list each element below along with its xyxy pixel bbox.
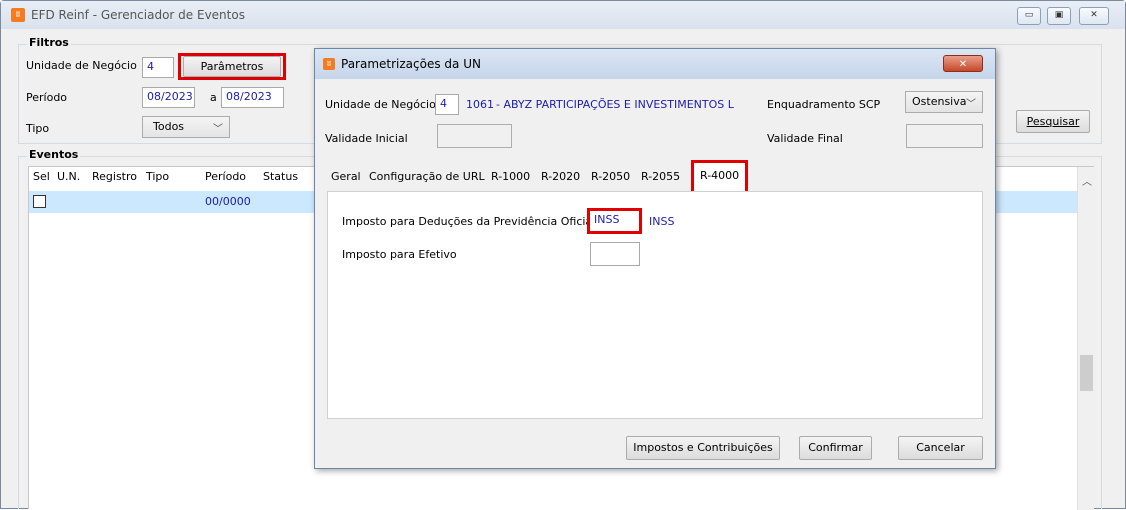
- tab-geral[interactable]: Geral: [327, 166, 365, 188]
- dialog-title-bar: ʬ Parametrizações da UN ✕: [315, 49, 995, 79]
- minimize-button[interactable]: ▭: [1017, 7, 1041, 25]
- validade-final-input[interactable]: [906, 124, 983, 148]
- tab-r2055[interactable]: R-2055: [637, 166, 684, 188]
- validade-final-label: Validade Final: [767, 132, 843, 145]
- enquadramento-select[interactable]: Ostensiva ﹀: [905, 91, 983, 113]
- row-select-checkbox[interactable]: [33, 195, 46, 208]
- cancelar-button[interactable]: Cancelar: [898, 436, 983, 460]
- imposto-efetivo-input[interactable]: [590, 242, 640, 266]
- periodo-label: Período: [26, 91, 68, 104]
- chevron-down-icon: ﹀: [966, 99, 976, 110]
- validade-inicial-label: Validade Inicial: [325, 132, 408, 145]
- validade-inicial-input[interactable]: [437, 124, 512, 148]
- grid-scrollbar[interactable]: ︿: [1077, 167, 1094, 510]
- enquadramento-value: Ostensiva: [912, 95, 967, 108]
- row-periodo: 00/0000: [205, 195, 251, 208]
- col-registro[interactable]: Registro: [92, 167, 137, 187]
- app-logo-icon: ʬ: [11, 8, 25, 22]
- chevron-down-icon: ﹀: [213, 124, 223, 135]
- restore-button[interactable]: ▣: [1047, 7, 1071, 25]
- dlg-unidade-code: 1061: [466, 98, 494, 111]
- dialog-close-button[interactable]: ✕: [943, 55, 983, 72]
- imposto-deducoes-input[interactable]: INSS: [590, 211, 639, 231]
- periodo-to-input[interactable]: 08/2023: [221, 87, 284, 108]
- parametros-button[interactable]: Parâmetros: [183, 56, 281, 77]
- col-tipo[interactable]: Tipo: [146, 167, 169, 187]
- dlg-unidade-label: Unidade de Negócio: [325, 98, 436, 111]
- main-window-title: EFD Reinf - Gerenciador de Eventos: [31, 8, 245, 22]
- main-title-bar: ʬ EFD Reinf - Gerenciador de Eventos ▭ ▣…: [1, 1, 1125, 29]
- tab-strip: Geral Configuração de URL R-1000 R-2020 …: [327, 160, 987, 194]
- periodo-separator: a: [210, 91, 217, 104]
- dlg-unidade-input[interactable]: 4: [435, 94, 459, 115]
- imposto-deducoes-desc: INSS: [649, 215, 675, 228]
- tipo-label: Tipo: [26, 122, 50, 135]
- unidade-label: Unidade de Negócio: [26, 59, 137, 72]
- close-button[interactable]: ✕: [1079, 7, 1109, 25]
- scroll-up-icon[interactable]: ︿: [1082, 173, 1092, 188]
- imposto-deducoes-label: Imposto para Deduções da Previdência Ofi…: [342, 215, 596, 228]
- unidade-input[interactable]: 4: [142, 57, 174, 78]
- tipo-select[interactable]: Todos ﹀: [142, 116, 230, 138]
- pesquisar-button[interactable]: Pesquisar: [1016, 110, 1090, 133]
- scrollbar-thumb[interactable]: [1080, 355, 1093, 391]
- tab-r1000[interactable]: R-1000: [487, 166, 534, 188]
- dialog-title: Parametrizações da UN: [341, 57, 481, 71]
- col-status[interactable]: Status: [263, 167, 298, 187]
- impostos-contribuicoes-button[interactable]: Impostos e Contribuições: [626, 436, 780, 460]
- dialog-logo-icon: ʬ: [323, 58, 335, 70]
- col-un[interactable]: U.N.: [57, 167, 80, 187]
- tab-r4000[interactable]: R-4000: [691, 160, 749, 194]
- filters-legend: Filtros: [27, 36, 71, 49]
- dlg-unidade-name: - ABYZ PARTICIPAÇÕES E INVESTIMENTOS L: [496, 98, 734, 111]
- periodo-from-input[interactable]: 08/2023: [142, 87, 195, 108]
- tab-configuracao-url[interactable]: Configuração de URL: [365, 166, 489, 188]
- confirmar-button[interactable]: Confirmar: [799, 436, 872, 460]
- tipo-select-value: Todos: [153, 120, 185, 133]
- col-periodo[interactable]: Período: [205, 167, 246, 187]
- eventos-legend: Eventos: [27, 148, 81, 161]
- enquadramento-label: Enquadramento SCP: [767, 98, 881, 111]
- tab-r2020[interactable]: R-2020: [537, 166, 584, 188]
- imposto-efetivo-label: Imposto para Efetivo: [342, 248, 457, 261]
- tab-r2050[interactable]: R-2050: [587, 166, 634, 188]
- parametrizacoes-dialog: ʬ Parametrizações da UN ✕ Unidade de Neg…: [314, 48, 996, 469]
- tab-panel-r4000: Imposto para Deduções da Previdência Ofi…: [327, 191, 983, 419]
- col-sel[interactable]: Sel: [33, 167, 50, 187]
